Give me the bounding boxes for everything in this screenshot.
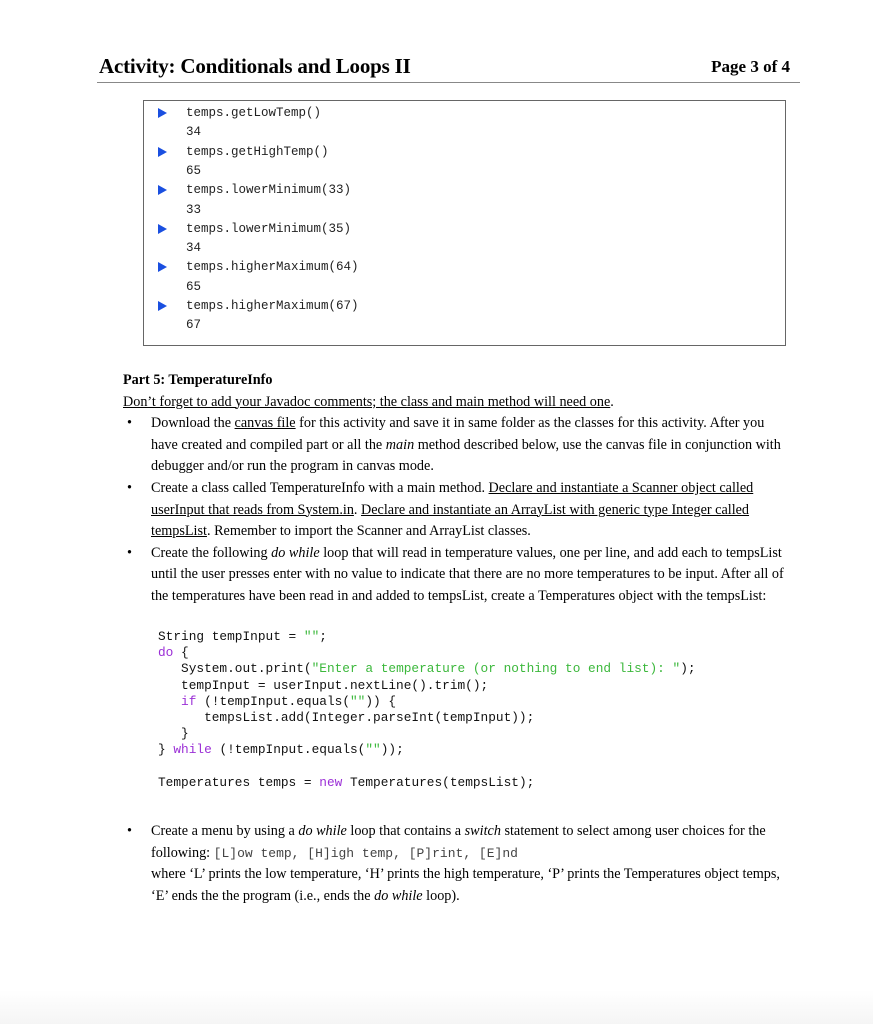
bullet-icon: • <box>127 544 132 561</box>
code-block: String tempInput = ""; do { System.out.pr… <box>158 629 696 791</box>
bullet-icon: • <box>127 479 132 496</box>
console-call: temps.getLowTemp() <box>158 106 321 120</box>
code-line: System.out.print("Enter a temperature (o… <box>158 661 696 677</box>
bullet-download: • Download the canvas file for this acti… <box>127 415 781 475</box>
console-result: 34 <box>186 241 202 256</box>
console-result: 34 <box>186 125 202 140</box>
prompt-arrow-icon <box>158 146 167 157</box>
canvas-file-link[interactable]: canvas file <box>235 415 296 431</box>
bullet-do-while: • Create the following do while loop tha… <box>127 544 784 604</box>
bullet-icon: • <box>127 415 132 432</box>
console-call: temps.lowerMinimum(33) <box>158 183 351 197</box>
console-call: temps.lowerMinimum(35) <box>158 222 351 236</box>
bullet-create-class: • Create a class called TemperatureInfo … <box>127 479 754 540</box>
javadoc-note: Don’t forget to add your Javadoc comment… <box>123 393 614 410</box>
prompt-arrow-icon <box>158 185 167 196</box>
console-result: 65 <box>186 163 202 178</box>
bullet-icon: • <box>127 823 132 839</box>
code-line: Temperatures temps = new Temperatures(te… <box>158 774 535 790</box>
page-number: Page 3 of 4 <box>711 57 790 76</box>
bullet-menu: • Create a menu by using a do while loop… <box>127 823 780 904</box>
prompt-arrow-icon <box>158 108 167 118</box>
part5-title: Part 5: TemperatureInfo <box>123 372 273 388</box>
code-line: do { <box>158 645 189 661</box>
prompt-arrow-icon <box>158 223 167 234</box>
part5-section: Part 5: TemperatureInfo Don’t forget to … <box>123 370 793 608</box>
console-result: 65 <box>186 279 202 294</box>
console-result: 33 <box>186 202 202 217</box>
code-line: tempInput = userInput.nextLine().trim(); <box>158 677 489 693</box>
console-result: 67 <box>186 318 202 333</box>
code-blank-line: ​ <box>158 759 696 775</box>
console-call: temps.higherMaximum(67) <box>158 299 359 313</box>
code-line: String tempInput = ""; <box>158 629 327 644</box>
console-call: temps.higherMaximum(64) <box>158 260 359 274</box>
code-line: } while (!tempInput.equals("")); <box>158 742 404 758</box>
page-header: Activity: Conditionals and Loops II Page… <box>97 52 800 83</box>
console-call: temps.getHighTemp() <box>158 145 329 159</box>
code-line: } <box>158 726 189 742</box>
menu-options: [L]ow temp, [H]igh temp, [P]rint, [E]nd <box>213 845 518 861</box>
interactions-console-box: temps.getLowTemp() 34 temps.getHighTemp() 6… <box>143 100 786 346</box>
code-line: tempsList.add(Integer.parseInt(tempInput… <box>158 710 535 726</box>
document-title: Activity: Conditionals and Loops II <box>99 54 411 78</box>
code-line: if (!tempInput.equals("")) { <box>181 693 397 709</box>
prompt-arrow-icon <box>158 301 167 311</box>
prompt-arrow-icon <box>158 262 167 273</box>
